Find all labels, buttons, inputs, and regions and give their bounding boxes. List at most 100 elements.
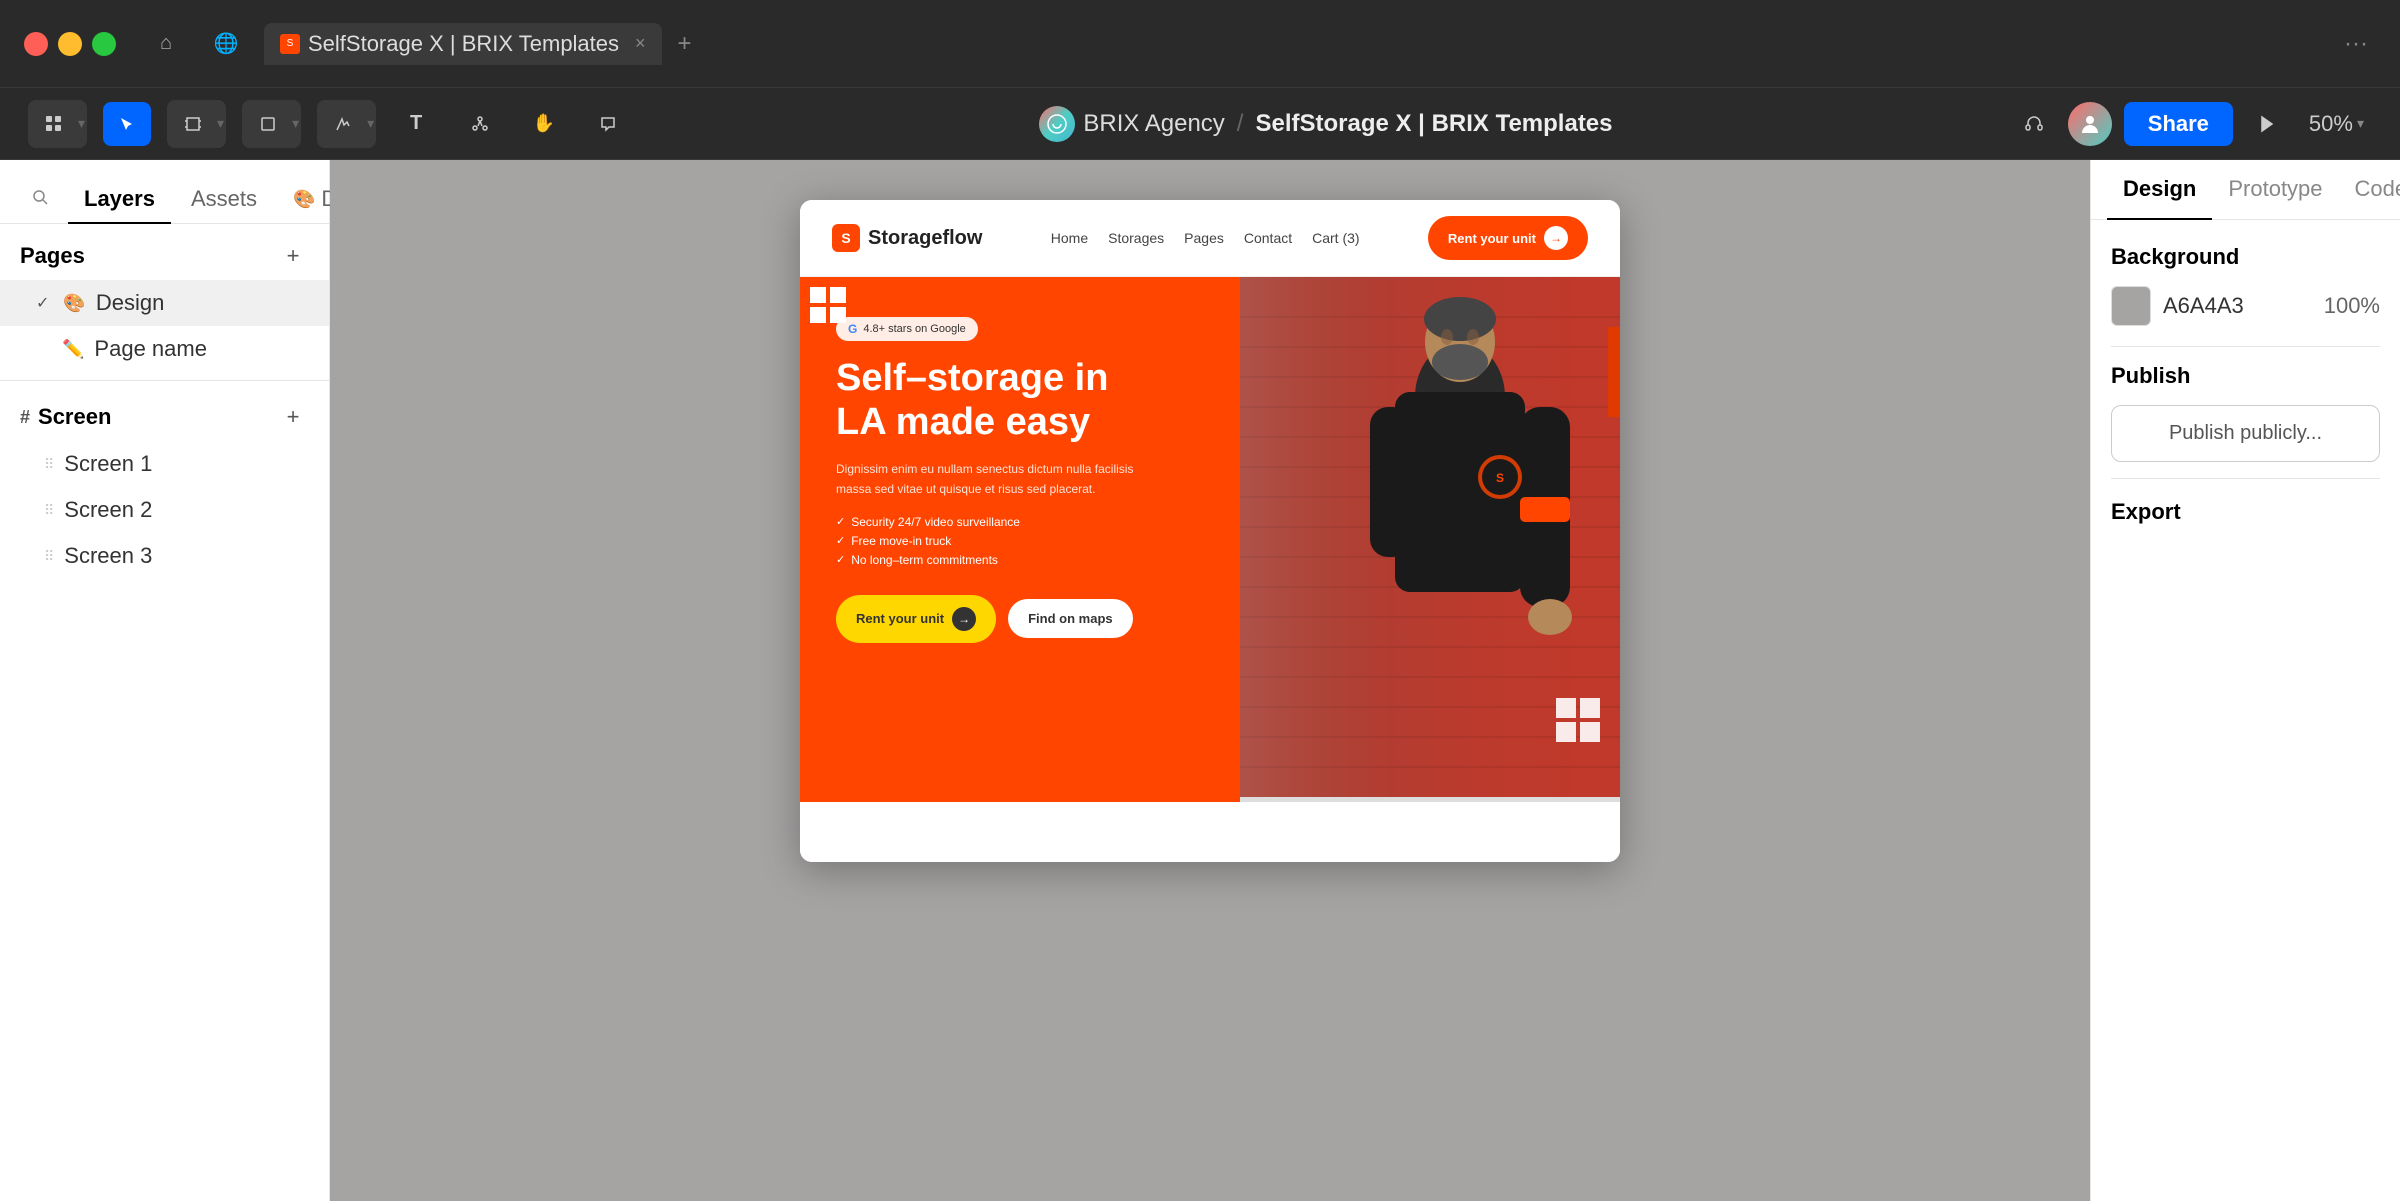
bg-color-row: A6A4A3 100% <box>2111 286 2380 326</box>
emoji-paint-icon: 🎨 <box>63 293 85 314</box>
nav-pages[interactable]: Pages <box>1184 230 1224 246</box>
home-icon[interactable]: ⌂ <box>144 22 188 66</box>
hero-buttons: Rent your unit → Find on maps <box>836 595 1204 643</box>
screen-1-label: Screen 1 <box>64 451 152 477</box>
minimize-button[interactable] <box>58 32 82 56</box>
right-tab-code[interactable]: Code <box>2339 160 2400 220</box>
deco-squares-tl <box>810 287 846 323</box>
tool-group-component <box>456 102 504 146</box>
tab-assets[interactable]: Assets <box>175 176 273 224</box>
right-tab-prototype[interactable]: Prototype <box>2212 160 2338 220</box>
hero-rent-button[interactable]: Rent your unit → <box>836 595 996 643</box>
headphone-icon[interactable] <box>2012 102 2056 146</box>
page-item-pagename[interactable]: ✏️ Page name <box>0 326 329 372</box>
hero-image-area: S <box>1240 277 1620 802</box>
hero-title: Self–storage in LA made easy <box>836 357 1204 444</box>
svg-text:S: S <box>1496 471 1504 485</box>
toolbar-center: BRIX Agency / SelfStorage X | BRIX Templ… <box>648 106 2004 142</box>
canvas-area: S Storageflow Home Storages Pages Contac… <box>330 160 2090 1201</box>
screen-3-label: Screen 3 <box>64 543 152 569</box>
comment-tool[interactable] <box>584 102 632 146</box>
tool-group-comment <box>584 102 632 146</box>
google-g-icon: G <box>848 322 857 336</box>
nav-cart[interactable]: Cart (3) <box>1312 230 1359 246</box>
breadcrumb-org: BRIX Agency <box>1083 110 1224 138</box>
page-label-design: Design <box>96 290 164 316</box>
tool-group-pen: ▾ <box>317 100 376 148</box>
hero-section: G 4.8+ stars on Google Self–storage in L… <box>800 277 1620 802</box>
tab-close-icon[interactable]: × <box>635 33 646 54</box>
pen-tool[interactable] <box>319 102 367 146</box>
component-tool[interactable] <box>456 102 504 146</box>
toolbar-right: Share 50% ▾ <box>2012 102 2372 146</box>
publish-button[interactable]: Publish publicly... <box>2111 405 2380 462</box>
website-logo: S Storageflow <box>832 224 982 252</box>
hero-accent-bar <box>1608 327 1620 417</box>
right-tab-design[interactable]: Design <box>2107 160 2212 220</box>
more-options-button[interactable]: ··· <box>2336 26 2376 62</box>
new-tab-button[interactable]: + <box>670 26 700 62</box>
shape-tool[interactable] <box>244 102 292 146</box>
hero-content: G 4.8+ stars on Google Self–storage in L… <box>800 277 1240 802</box>
screen-item-1[interactable]: ⠿ Screen 1 <box>0 441 329 487</box>
text-tool[interactable]: T <box>392 102 440 146</box>
tab-layers[interactable]: Layers <box>68 176 171 224</box>
screen-2-label: Screen 2 <box>64 497 152 523</box>
screen-section-title: # Screen <box>20 404 111 430</box>
select-tool[interactable] <box>103 102 151 146</box>
share-button[interactable]: Share <box>2124 102 2233 146</box>
panel-tabs: Layers Assets 🎨 Design ∧ <box>0 160 329 224</box>
color-opacity: 100% <box>2324 293 2380 319</box>
add-page-button[interactable]: + <box>277 240 309 272</box>
google-badge: G 4.8+ stars on Google <box>836 317 978 341</box>
screen-item-3[interactable]: ⠿ Screen 3 <box>0 533 329 579</box>
tool-group-text: T <box>392 102 440 146</box>
nav-home[interactable]: Home <box>1051 230 1088 246</box>
active-tab[interactable]: S SelfStorage X | BRIX Templates × <box>264 23 662 65</box>
titlebar: ⌂ 🌐 S SelfStorage X | BRIX Templates × +… <box>0 0 2400 88</box>
breadcrumb-separator: / <box>1237 110 1244 138</box>
publish-section-title: Publish <box>2111 363 2380 389</box>
zoom-control[interactable]: 50% ▾ <box>2301 111 2372 137</box>
section-divider <box>0 380 329 381</box>
nav-contact[interactable]: Contact <box>1244 230 1292 246</box>
hand-tool[interactable]: ✋ <box>520 102 568 146</box>
play-button[interactable] <box>2245 102 2289 146</box>
grid-tool[interactable] <box>30 102 78 146</box>
tool-group-shape: ▾ <box>242 100 301 148</box>
titlebar-right: ··· <box>2336 26 2376 62</box>
logo-icon: S <box>832 224 860 252</box>
color-swatch[interactable] <box>2111 286 2151 326</box>
page-label-pagename: Page name <box>94 336 207 362</box>
breadcrumb: BRIX Agency / SelfStorage X | BRIX Templ… <box>1039 106 1612 142</box>
frame-tool[interactable] <box>169 102 217 146</box>
panel-search-icon[interactable] <box>16 179 64 220</box>
hero-map-button[interactable]: Find on maps <box>1008 599 1133 638</box>
toolbar: ▾ ▾ ▾ ▾ T <box>0 88 2400 160</box>
add-screen-button[interactable]: + <box>277 401 309 433</box>
background-section-title: Background <box>2111 244 2380 270</box>
right-panel-tabs: Design Prototype Code <box>2091 160 2400 220</box>
nav-storages[interactable]: Storages <box>1108 230 1164 246</box>
close-button[interactable] <box>24 32 48 56</box>
screen-item-2[interactable]: ⠿ Screen 2 <box>0 487 329 533</box>
website-rent-button[interactable]: Rent your unit → <box>1428 216 1588 260</box>
globe-icon[interactable]: 🌐 <box>204 22 248 66</box>
screen-title-label: Screen <box>38 404 111 430</box>
badge-text: 4.8+ stars on Google <box>863 323 965 335</box>
tool-group-select: ▾ <box>28 100 87 148</box>
pages-section-header: Pages + <box>0 224 329 280</box>
hero-title-line1: Self–storage in <box>836 357 1108 399</box>
fullscreen-button[interactable] <box>92 32 116 56</box>
page-item-design[interactable]: ✓ 🎨 Design <box>0 280 329 326</box>
hero-description: Dignissim enim eu nullam senectus dictum… <box>836 460 1156 498</box>
website-nav: Home Storages Pages Contact Cart (3) <box>1051 230 1360 246</box>
project-icon <box>1039 106 1075 142</box>
check-2: ✓ <box>836 534 845 547</box>
right-panel: Design Prototype Code Background A6A4A3 … <box>2090 160 2400 1201</box>
right-panel-content: Background A6A4A3 100% Publish Publish p… <box>2091 220 2400 549</box>
user-avatar[interactable] <box>2068 102 2112 146</box>
check-1: ✓ <box>836 515 845 528</box>
check-icon: ✓ <box>36 293 49 313</box>
bottom-section <box>800 802 1620 862</box>
